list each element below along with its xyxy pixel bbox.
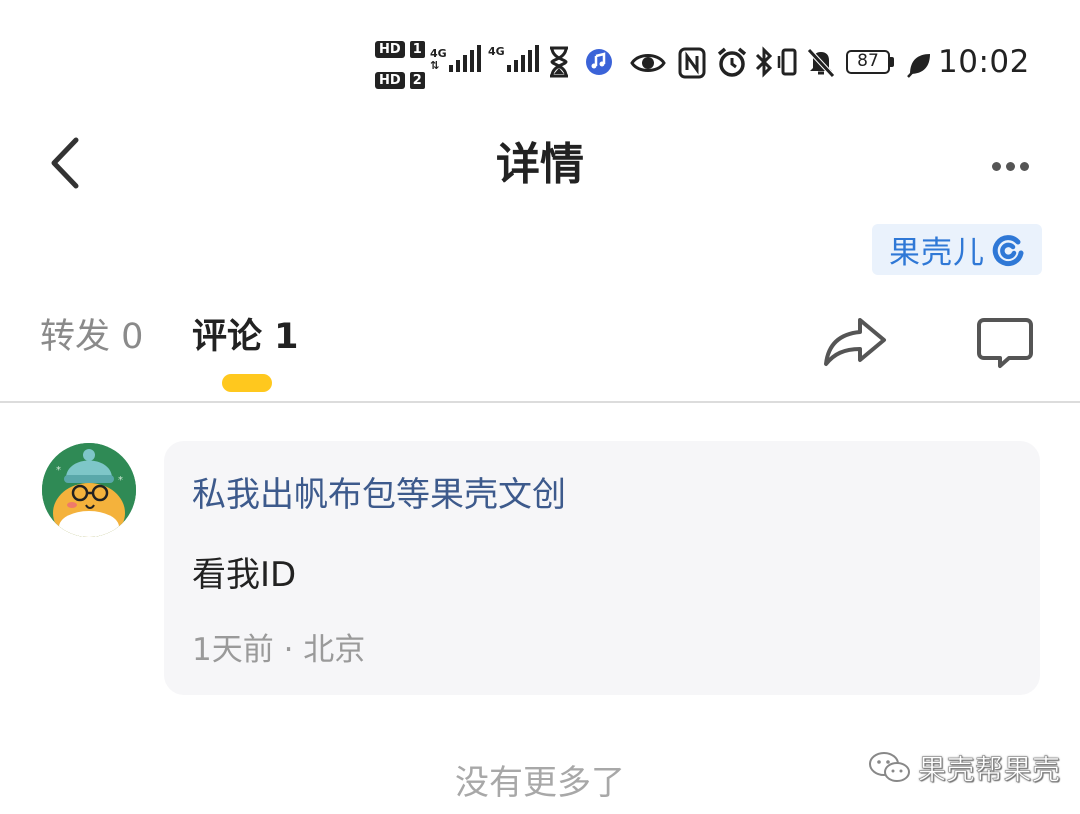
tab-divider xyxy=(0,401,1080,403)
comment-bubble-icon xyxy=(977,318,1033,368)
hd-label: HD xyxy=(375,72,405,89)
more-horizontal-icon xyxy=(992,162,1001,171)
alarm-icon xyxy=(717,47,747,77)
avatar-cat-icon: * * xyxy=(42,443,136,537)
signal-sim2-icon: 4G xyxy=(488,45,539,72)
hourglass-icon xyxy=(550,46,568,78)
leaf-icon xyxy=(907,54,930,78)
battery-level: 87 xyxy=(846,50,890,74)
watermark-label: 果壳帮果壳 xyxy=(918,753,1061,787)
comment-meta: 1天前 · 北京 xyxy=(192,632,366,668)
wechat-icon xyxy=(869,752,910,782)
comment-author[interactable]: 私我出帆布包等果壳文创 xyxy=(192,470,566,520)
sim-slot-label: 1 xyxy=(409,41,425,58)
comment-button[interactable] xyxy=(976,316,1034,370)
hd-badge-2: HD 2 xyxy=(375,69,425,89)
svg-text:*: * xyxy=(118,475,123,486)
tab-forward[interactable]: 转发 0 xyxy=(40,312,143,362)
brand-badge-label: 果壳儿 xyxy=(889,235,985,271)
clock-time: 10:02 xyxy=(938,44,1030,80)
active-tab-indicator xyxy=(222,374,272,392)
eye-icon xyxy=(630,54,666,72)
share-arrow-icon xyxy=(824,318,886,366)
network-type-label: 4G xyxy=(488,45,505,58)
mute-icon xyxy=(807,48,835,78)
comment-text: 看我ID xyxy=(192,555,297,595)
tab-comments[interactable]: 评论 1 xyxy=(192,312,299,362)
hd-label: HD xyxy=(375,41,405,58)
watermark: 果壳帮果壳 xyxy=(868,748,1061,788)
status-bar: HD 1 HD 2 4G ⇅ 4G 87 10:02 xyxy=(0,0,1080,120)
data-arrows-icon: ⇅ xyxy=(430,59,440,72)
hd-badge-1: HD 1 xyxy=(375,38,425,58)
more-horizontal-icon xyxy=(1006,162,1015,171)
more-button[interactable] xyxy=(992,156,1034,175)
svg-text:*: * xyxy=(56,465,61,476)
page-title: 详情 xyxy=(496,139,584,190)
signal-sim1-icon: 4G ⇅ xyxy=(430,45,481,72)
more-horizontal-icon xyxy=(1020,162,1029,171)
vibrate-icon xyxy=(777,48,797,76)
music-app-icon xyxy=(586,49,612,75)
sim-slot-label: 2 xyxy=(409,72,425,89)
battery-icon: 87 xyxy=(846,50,894,74)
guokr-logo-icon xyxy=(992,234,1024,266)
share-button[interactable] xyxy=(822,314,888,368)
avatar[interactable]: * * xyxy=(42,443,136,537)
bluetooth-icon xyxy=(755,46,773,78)
brand-badge[interactable]: 果壳儿 xyxy=(872,224,1042,275)
nfc-icon xyxy=(678,47,706,79)
